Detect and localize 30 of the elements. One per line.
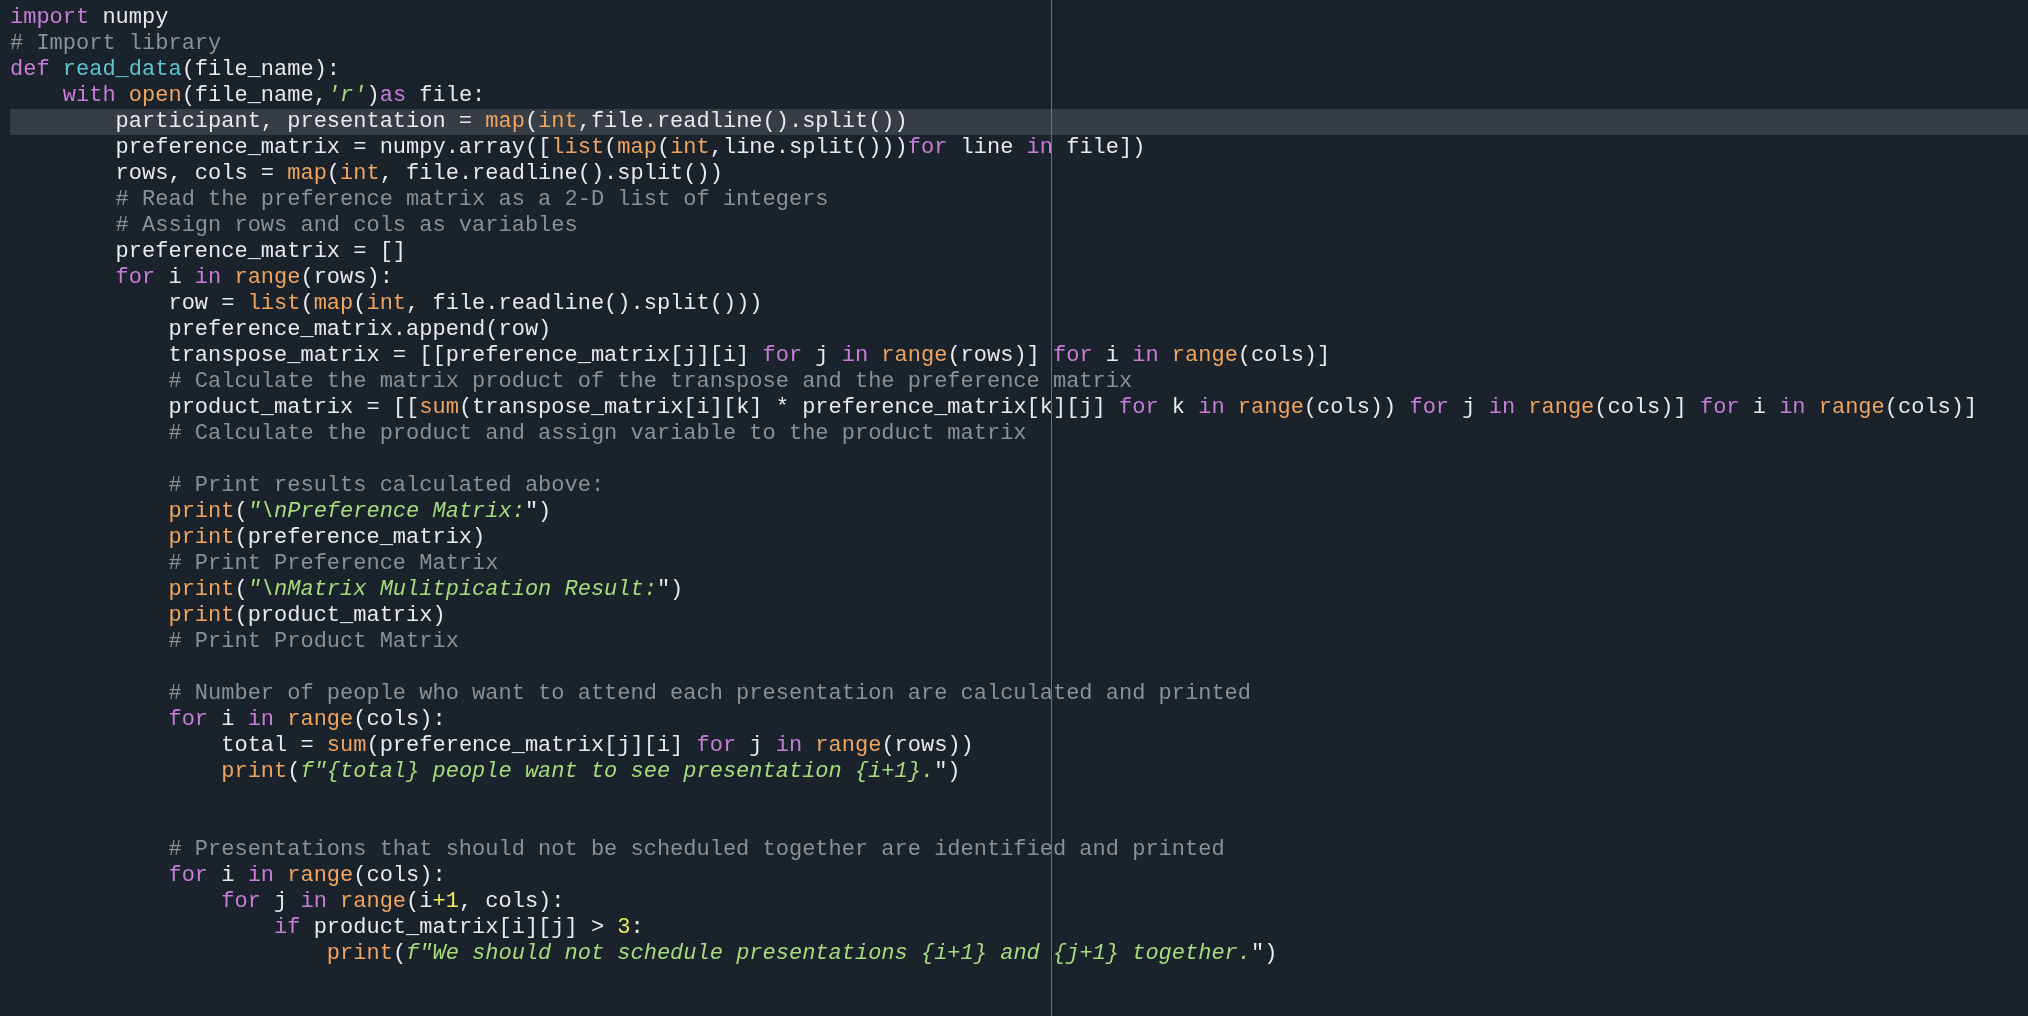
code-line: # Calculate the matrix product of the transpose and the preference matrix xyxy=(167,369,1134,395)
code-line: preference_matrix = numpy.array([list(map(int,line.split()))for line in file]) xyxy=(114,135,1147,161)
code-line: preference_matrix.append(row) xyxy=(167,317,553,343)
code-line: for i in range(cols): xyxy=(167,863,447,889)
code-line: print(preference_matrix) xyxy=(167,525,487,551)
code-line: with open(file_name,'r')as file: xyxy=(61,83,487,109)
code-line: # Calculate the product and assign variable to the product matrix xyxy=(167,421,1028,447)
code-line: product_matrix = [[sum(transpose_matrix[i][k] * preference_matrix[k][j] for k in range(cols)) for j in range(cols)] for i in range(cols)] xyxy=(167,395,1979,421)
code-line: if product_matrix[i][j] > 3: xyxy=(273,915,645,941)
code-line: # Print Preference Matrix xyxy=(167,551,500,577)
code-line: # Print results calculated above: xyxy=(167,473,606,499)
code-line: print(f"{total} people want to see presentation {i+1}.") xyxy=(220,759,962,785)
code-line: # Print Product Matrix xyxy=(167,629,460,655)
code-line: def read_data(file_name): xyxy=(10,57,342,83)
code-line: import numpy xyxy=(10,5,170,31)
code-line: rows, cols = map(int, file.readline().split()) xyxy=(114,161,724,187)
code-line: for j in range(i+1, cols): xyxy=(220,889,566,915)
code-line: transpose_matrix = [[preference_matrix[j][i] for j in range(rows)] for i in range(cols)] xyxy=(167,343,1332,369)
code-line: for i in range(rows): xyxy=(114,265,394,291)
code-line: print("\nMatrix Mulitpication Result:") xyxy=(167,577,685,603)
code-line: # Import library xyxy=(10,31,223,57)
code-line: preference_matrix = [] xyxy=(114,239,408,265)
code-line: print("\nPreference Matrix:") xyxy=(167,499,553,525)
code-line: # Read the preference matrix as a 2-D list of integers xyxy=(114,187,830,213)
code-line: # Assign rows and cols as variables xyxy=(114,213,579,239)
code-line: total = sum(preference_matrix[j][i] for j in range(rows)) xyxy=(220,733,975,759)
code-line: for i in range(cols): xyxy=(167,707,447,733)
code-line: print(f"We should not schedule presentations {i+1} and {j+1} together.") xyxy=(325,941,1279,967)
code-line: print(product_matrix) xyxy=(167,603,447,629)
code-line: row = list(map(int, file.readline().split())) xyxy=(167,291,764,317)
